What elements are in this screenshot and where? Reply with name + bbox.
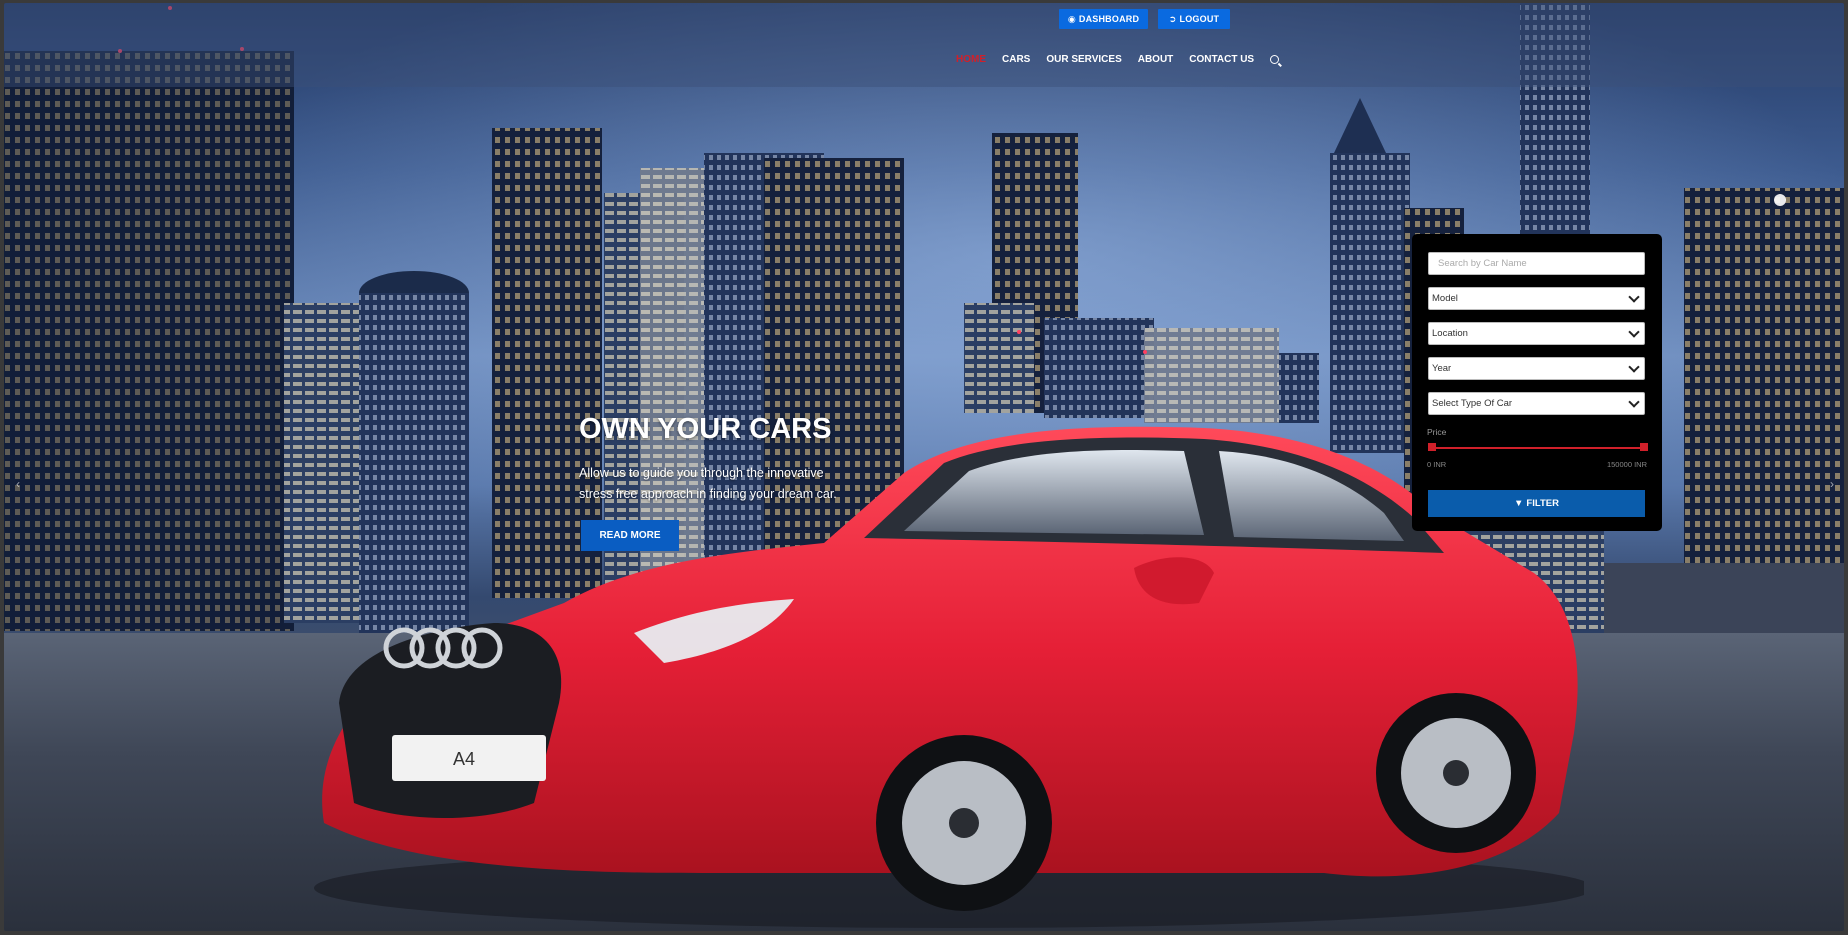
nav-about[interactable]: ABOUT [1138,54,1174,65]
filter-button-label: FILTER [1526,498,1559,509]
chevron-down-icon [1628,396,1640,408]
location-select[interactable]: Location [1428,322,1645,345]
price-max-value: 150000 INR [1606,460,1647,469]
license-plate-text: A4 [453,749,475,769]
price-label: Price [1427,427,1447,437]
car-type-select-value: Select Type Of Car [1432,398,1513,409]
price-slider-track[interactable] [1431,447,1644,449]
hero-title: OWN YOUR CARS [579,413,832,445]
carousel-next-icon[interactable]: › [1830,477,1834,491]
chevron-down-icon [1628,291,1640,303]
logout-button[interactable]: ➲ LOGOUT [1158,9,1230,29]
nav-our-services[interactable]: OUR SERVICES [1046,54,1121,65]
logout-label: LOGOUT [1179,14,1220,24]
main-nav: HOME CARS OUR SERVICES ABOUT CONTACT US [956,54,1295,65]
car-image: A4 [314,426,1584,928]
car-filter-panel: Search by Car Name Model Location Year S… [1412,234,1662,531]
year-select[interactable]: Year [1428,357,1645,380]
filter-icon: ▼ [1514,498,1524,509]
chevron-down-icon [1628,361,1640,373]
filter-button[interactable]: ▼ FILTER [1428,490,1645,517]
search-car-name-input[interactable]: Search by Car Name [1428,252,1645,275]
read-more-button[interactable]: READ MORE [581,520,679,551]
model-select[interactable]: Model [1428,287,1645,310]
search-icon[interactable] [1270,55,1280,64]
price-slider-max-handle[interactable] [1640,443,1648,451]
carousel-prev-icon[interactable]: ‹ [16,477,20,491]
nav-cars[interactable]: CARS [1002,54,1030,65]
model-select-value: Model [1432,293,1458,304]
site-header [4,3,1844,87]
dashboard-label: DASHBOARD [1078,14,1140,24]
nav-home[interactable]: HOME [956,54,986,65]
chevron-down-icon [1628,326,1640,338]
price-min-value: 0 INR [1427,460,1447,469]
location-select-value: Location [1432,328,1468,339]
price-slider-min-handle[interactable] [1428,443,1436,451]
nav-contact-us[interactable]: CONTACT US [1189,54,1254,65]
dashboard-button[interactable]: ◉ DASHBOARD [1059,9,1148,29]
dashboard-icon: ◉ [1067,13,1076,24]
year-select-value: Year [1432,363,1452,374]
hero-subtitle: Allow us to guide you through the innova… [579,466,837,501]
logout-icon: ➲ [1168,13,1177,24]
car-type-select[interactable]: Select Type Of Car [1428,392,1645,415]
hero-section: A4 ◉ DASHBOARD ➲ LOGOUT HOME CARS OUR SE… [4,3,1844,931]
